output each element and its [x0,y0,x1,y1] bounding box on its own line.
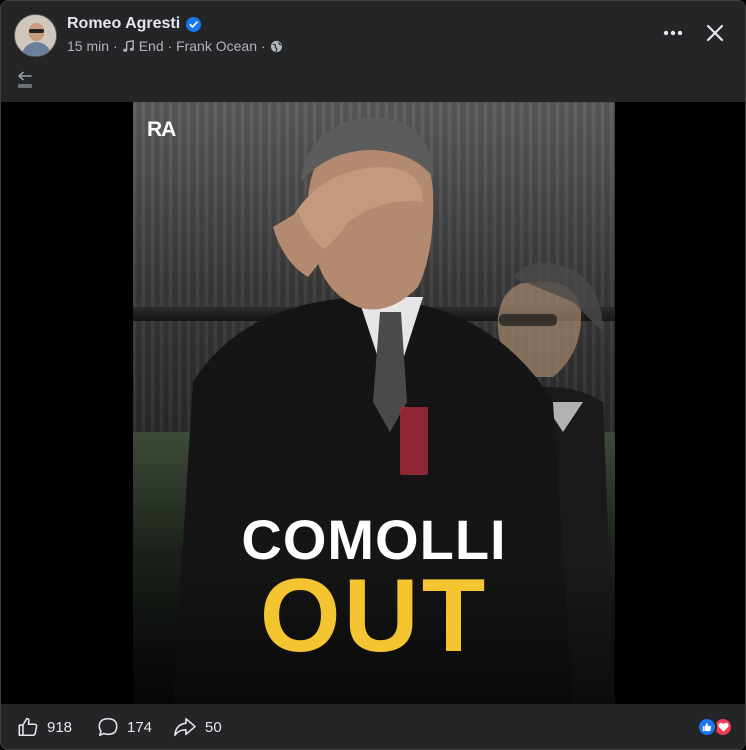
close-button[interactable] [703,21,727,45]
meta-separator: · [113,38,118,54]
like-button[interactable]: 918 [17,716,72,738]
brand-logo: RA [147,118,176,141]
meta-separator: · [260,38,266,54]
author-avatar[interactable] [14,14,57,57]
share-button[interactable]: 50 [173,716,222,738]
back-end-button[interactable] [16,70,34,92]
more-options-button[interactable] [661,21,685,45]
comment-icon [98,717,118,737]
verified-badge-icon [186,16,202,32]
post-footer: 918 174 50 [1,704,745,749]
share-count: 50 [205,718,222,736]
post-time[interactable]: 15 min [67,38,109,54]
post-header: Romeo Agresti 15 min · End · Frank Ocean… [1,1,745,102]
like-count: 918 [47,718,73,736]
music-note-icon [122,39,134,52]
avatar-image [15,15,56,56]
post-media[interactable]: RA COMOLLI OUT [1,102,745,704]
comment-count: 174 [127,718,153,736]
media-image[interactable]: RA COMOLLI OUT [133,102,615,704]
heart-icon [717,722,729,732]
author-line: Romeo Agresti [67,15,202,33]
music-track[interactable]: End · Frank Ocean [139,38,257,54]
globe-icon [270,40,282,52]
like-reaction-icon [697,717,717,737]
post-viewer: Romeo Agresti 15 min · End · Frank Ocean… [0,0,746,750]
comment-button[interactable]: 174 [97,716,152,738]
close-icon [706,24,724,42]
thumb-up-small-icon [702,723,712,732]
thumb-up-icon [18,717,38,737]
reaction-summary[interactable] [697,717,733,737]
more-horizontal-icon [663,30,683,36]
post-meta: 15 min · End · Frank Ocean · [67,38,283,54]
headline-line-2: OUT [259,558,489,674]
back-end-icon [18,71,32,88]
author-name[interactable]: Romeo Agresti [67,15,180,33]
share-icon [174,717,196,737]
